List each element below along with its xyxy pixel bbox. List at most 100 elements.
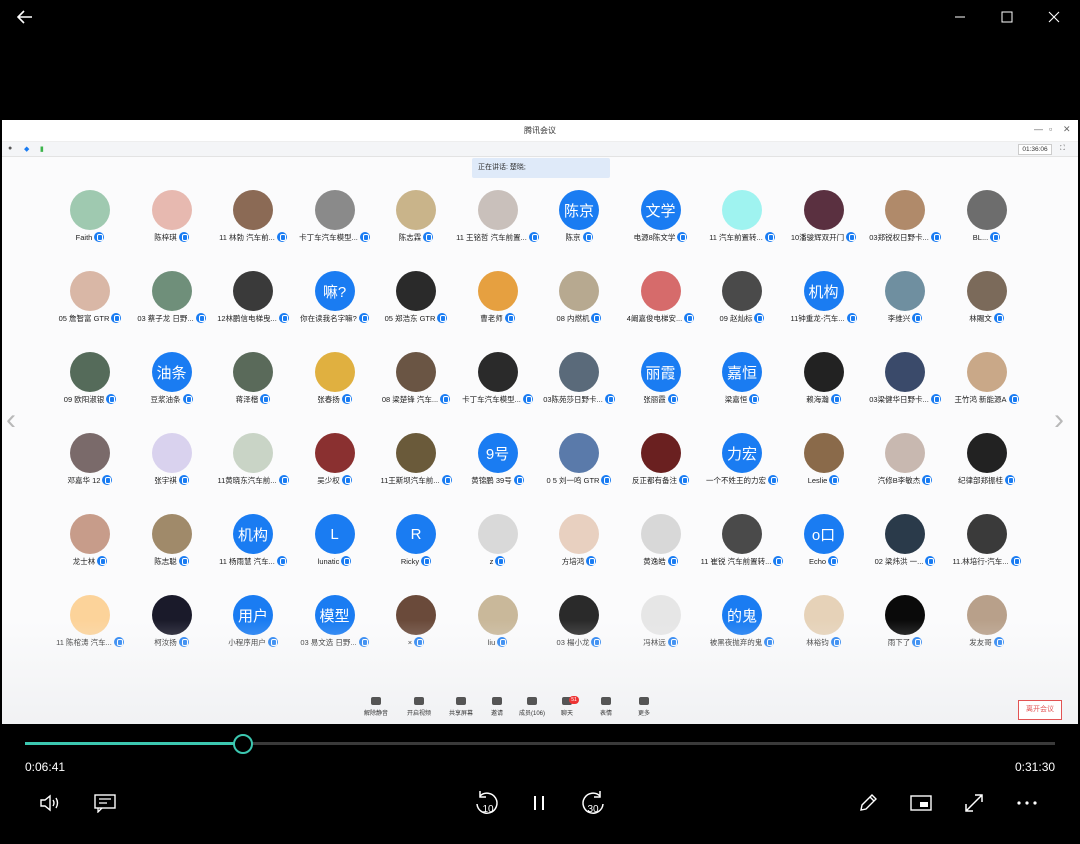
toolbar-emoji-button[interactable]: 表情 — [586, 696, 626, 717]
participant-tile[interactable]: 丽霞 张丽霞 — [621, 350, 701, 430]
participant-tile[interactable]: 09 欧阳淑银 — [50, 350, 130, 430]
toolbar-more-button[interactable]: 更多 — [624, 696, 664, 717]
mini-view-button[interactable] — [904, 788, 938, 818]
participant-tile[interactable]: 赖海瀚 — [784, 350, 864, 430]
participant-tile[interactable]: 10潘骏辉双开门 — [784, 188, 864, 268]
seek-bar[interactable] — [25, 742, 1055, 745]
participant-tile[interactable]: 油条 豆浆油条 — [132, 350, 212, 430]
participant-tile[interactable]: 吴少权 — [295, 431, 375, 511]
participant-tile[interactable]: 张春扬 — [295, 350, 375, 430]
participant-name-row: z — [454, 556, 542, 567]
participant-tile[interactable]: 02 梁炜洪 一... — [865, 512, 945, 592]
participant-tile[interactable]: 卡丁车汽车模型... — [458, 350, 538, 430]
more-options-button[interactable] — [1010, 788, 1044, 818]
participant-tile[interactable]: 09 赵灿标 — [702, 269, 782, 349]
participant-tile[interactable]: 卡丁车汽车模型... — [295, 188, 375, 268]
subtitles-button[interactable] — [88, 788, 122, 818]
volume-button[interactable] — [34, 788, 68, 818]
participant-tile[interactable]: 李维兴 — [865, 269, 945, 349]
participant-tile[interactable]: 邓嘉华 12 — [50, 431, 130, 511]
participant-tile[interactable]: 龙士林 — [50, 512, 130, 592]
leave-meeting-button[interactable]: 离开会议 — [1018, 700, 1062, 720]
participant-tile[interactable]: 汽修B李敏杰 — [865, 431, 945, 511]
participant-tile[interactable]: 11 汽车前置转... — [702, 188, 782, 268]
video-player: 腾讯会议 — ▫ ✕ ● ◆ ▮ 01:36:06 ⛶ 正在讲话: 楚晓; ‹ … — [0, 0, 1080, 844]
mic-muted-icon — [677, 232, 688, 242]
participant-tile[interactable]: 文学 电源8陈文学 — [621, 188, 701, 268]
participant-tile[interactable]: 12林鹏信电梯曳... — [213, 269, 293, 349]
minimize-button[interactable] — [937, 0, 983, 34]
participant-tile[interactable]: 张宇祺 — [132, 431, 212, 511]
participant-name: 陈志聪 — [154, 557, 177, 566]
participant-tile[interactable]: 黄逸皓 — [621, 512, 701, 592]
pause-button[interactable] — [522, 788, 556, 818]
participant-tile[interactable]: 11 崔锐 汽车前置转... — [701, 512, 784, 592]
rewind-10-button[interactable]: 10 — [470, 788, 504, 818]
fullscreen-button[interactable] — [957, 788, 991, 818]
participant-tile[interactable]: 11.林培行-汽车... — [947, 512, 1027, 592]
participant-tile[interactable]: 方培鸿 — [539, 512, 619, 592]
participant-tile[interactable]: 机构 11 杨雨慧 汽车... — [213, 512, 293, 592]
participant-tile[interactable]: 11 王铭哲 汽车前置... — [456, 188, 539, 268]
toolbar-camera-off-button[interactable]: 开启视频 — [399, 696, 439, 717]
participant-tile[interactable]: 嘉恒 梁嘉恒 — [702, 350, 782, 430]
toolbar-mic-muted-button[interactable]: 解除静音 — [356, 696, 396, 717]
seek-thumb[interactable] — [233, 734, 254, 754]
prev-page-button[interactable]: ‹ — [6, 405, 16, 435]
toolbar-label: 聊天 — [560, 711, 573, 717]
participant-tile[interactable]: 03陈苑莎日野卡... — [539, 350, 619, 430]
participant-tile[interactable]: 0 5 刘一鸣 GTR — [539, 431, 619, 511]
avatar: 嘉恒 — [722, 352, 762, 392]
toolbar-invite-button[interactable]: 邀请 — [477, 696, 517, 717]
participant-tile[interactable]: BL... — [947, 188, 1027, 268]
participant-tile[interactable]: 03梁健华日野卡... — [865, 350, 945, 430]
participant-tile[interactable]: 陈志霖 — [376, 188, 456, 268]
participant-tile[interactable]: 陈京 陈京 — [539, 188, 619, 268]
participant-tile[interactable]: 03郑锐权日野卡... — [865, 188, 945, 268]
participant-name-row: 09 赵灿标 — [698, 313, 786, 324]
participant-tile[interactable]: 03 蔡子龙 日野... — [132, 269, 212, 349]
participant-tile[interactable]: 力宏 一个不姓王的力宏 — [702, 431, 782, 511]
video-frame[interactable]: 腾讯会议 — ▫ ✕ ● ◆ ▮ 01:36:06 ⛶ 正在讲话: 楚晓; ‹ … — [2, 120, 1078, 724]
participant-name-row: 黄逸皓 — [617, 556, 705, 567]
participant-tile[interactable]: 9号 黄锦鹏 39号 — [458, 431, 538, 511]
participant-tile[interactable]: o口 Echo — [784, 512, 864, 592]
participant-tile[interactable]: Faith — [50, 188, 130, 268]
participant-tile[interactable]: z — [458, 512, 538, 592]
participant-tile[interactable]: 11 林勃 汽车前... — [213, 188, 293, 268]
participant-name: Ricky — [400, 557, 420, 566]
participant-tile[interactable]: R Ricky — [376, 512, 456, 592]
participant-tile[interactable]: 林賜文 — [947, 269, 1027, 349]
toolbar-chat-button[interactable]: 聊天 51 — [547, 696, 587, 717]
participant-tile[interactable]: 陈志聪 — [132, 512, 212, 592]
maximize-button[interactable] — [984, 0, 1030, 34]
pen-button[interactable] — [851, 788, 885, 818]
mic-muted-icon — [604, 394, 615, 404]
participant-tile[interactable]: 王竹鸿 新能源A — [947, 350, 1027, 430]
participant-tile[interactable]: 纪律部郑振桂 — [947, 431, 1027, 511]
participant-tile[interactable]: 05 郑浩东 GTR — [376, 269, 456, 349]
participant-tile[interactable]: 11王斯坝汽车前... — [376, 431, 456, 511]
participant-tile[interactable]: 4阚嘉俊电梯安... — [621, 269, 701, 349]
participant-tile[interactable]: 曹老师 — [458, 269, 538, 349]
participant-tile[interactable]: 11黄晓东汽车前... — [213, 431, 293, 511]
participant-tile[interactable]: 05 詹智富 GTR — [50, 269, 130, 349]
forward-30-button[interactable]: 30 — [576, 788, 610, 818]
participant-tile[interactable]: 嘛? 你在读我名字嘛? — [295, 269, 375, 349]
participant-tile[interactable]: 陈梓琪 — [132, 188, 212, 268]
mic-muted-icon — [423, 232, 434, 242]
participant-name: Echo — [808, 557, 827, 566]
participant-tile[interactable]: Llunatic — [295, 512, 375, 592]
next-page-button[interactable]: › — [1054, 405, 1064, 435]
toolbar-members-button[interactable]: 成员(106) — [512, 696, 552, 717]
participant-tile[interactable]: 反正都有备注 — [621, 431, 701, 511]
participant-tile[interactable]: 08 内燃机 — [539, 269, 619, 349]
participant-tile[interactable]: Leslie — [784, 431, 864, 511]
participant-tile[interactable]: 08 梁楚锋 汽车... — [376, 350, 456, 430]
participant-tile[interactable]: 机构 11钟重龙-汽车... — [784, 269, 864, 349]
toolbar-share-screen-button[interactable]: 共享屏幕 — [441, 696, 481, 717]
back-button[interactable] — [2, 0, 48, 34]
participant-tile[interactable]: 蒋泽楷 — [213, 350, 293, 430]
shield-icon: ◆ — [24, 146, 30, 153]
close-button[interactable] — [1031, 0, 1077, 34]
